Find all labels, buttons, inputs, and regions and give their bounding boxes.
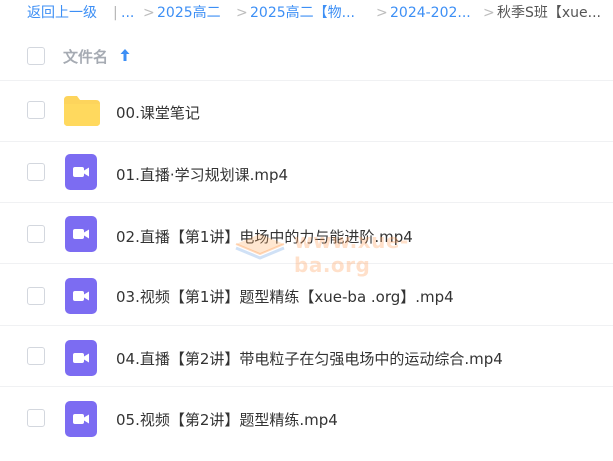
file-list-header: 文件名 [0,36,613,80]
file-row[interactable]: 03.视频【第1讲】题型精练【xue-ba .org】.mp4 [0,263,613,325]
sort-ascending-icon[interactable] [118,47,132,63]
row-checkbox[interactable] [27,101,45,119]
file-name[interactable]: 05.视频【第2讲】题型精练.mp4 [116,409,338,430]
file-name[interactable]: 00.课堂笔记 [116,102,200,123]
back-link[interactable]: 返回上一级 [27,0,97,26]
breadcrumb-item[interactable]: 2025高二 [157,0,221,26]
file-row[interactable]: 01.直播·学习规划课.mp4 [0,141,613,203]
breadcrumb-separator: > [483,5,495,21]
breadcrumb: 返回上一级 | ... > 2025高二 > 2025高二【物... > 202… [0,0,613,26]
file-name[interactable]: 01.直播·学习规划课.mp4 [116,164,288,185]
file-name[interactable]: 03.视频【第1讲】题型精练【xue-ba .org】.mp4 [116,286,454,307]
breadcrumb-separator: > [376,5,388,21]
row-checkbox[interactable] [27,287,45,305]
video-file-icon [65,216,97,252]
row-checkbox[interactable] [27,347,45,365]
video-file-icon [65,278,97,314]
breadcrumb-item[interactable]: 2025高二【物... [250,0,355,26]
breadcrumb-separator: > [236,5,248,21]
breadcrumb-separator: > [143,5,155,21]
breadcrumb-current: 秋季S班【xue... [497,5,602,21]
video-file-icon [65,154,97,190]
video-file-icon [65,340,97,376]
video-file-icon [65,401,97,437]
folder-icon [64,96,100,126]
file-name[interactable]: 04.直播【第2讲】带电粒子在匀强电场中的运动综合.mp4 [116,348,503,369]
file-row[interactable]: 00.课堂笔记 [0,80,613,142]
file-row[interactable]: 05.视频【第2讲】题型精练.mp4 [0,386,613,448]
file-row[interactable]: 02.直播【第1讲】电场中的力与能进阶.mp4 [0,202,613,264]
file-row[interactable]: 04.直播【第2讲】带电粒子在匀强电场中的运动综合.mp4 [0,325,613,387]
breadcrumb-item[interactable]: 2024-202... [390,0,471,26]
row-checkbox[interactable] [27,163,45,181]
select-all-checkbox[interactable] [27,47,45,65]
breadcrumb-divider: | [113,5,118,21]
breadcrumb-ellipsis[interactable]: ... [121,0,134,26]
filename-column-header[interactable]: 文件名 [63,46,108,67]
file-name[interactable]: 02.直播【第1讲】电场中的力与能进阶.mp4 [116,226,413,247]
row-checkbox[interactable] [27,225,45,243]
row-checkbox[interactable] [27,409,45,427]
